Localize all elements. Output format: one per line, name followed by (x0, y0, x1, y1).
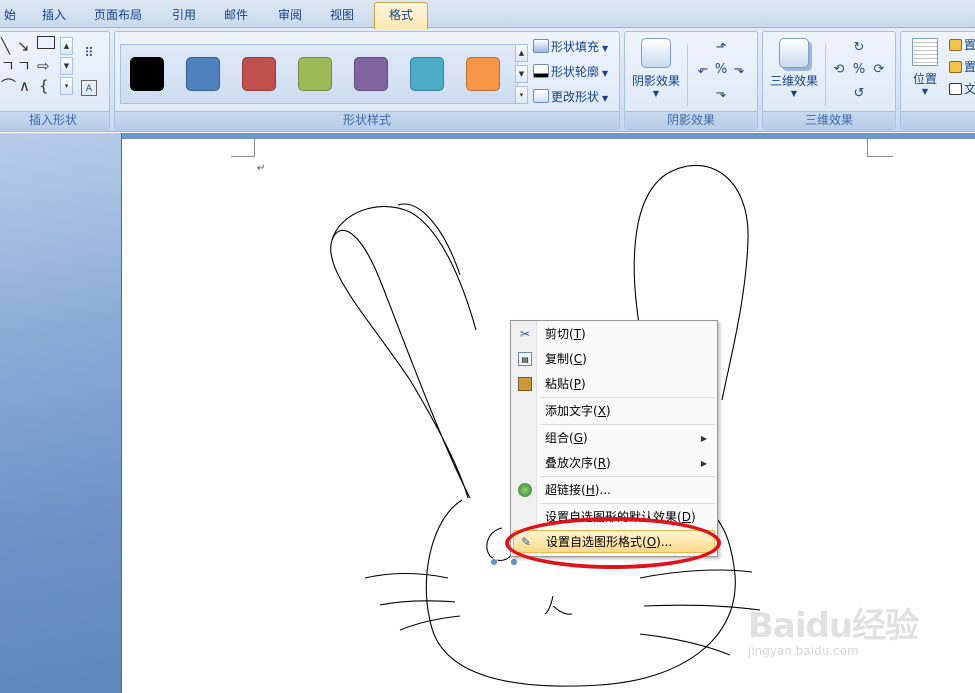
hyperlink-icon (518, 483, 532, 497)
baidu-watermark: Baidu经验 jingyan.baidu.com (748, 598, 928, 668)
rabbit-whisker-left-1 (364, 572, 449, 579)
rabbit-whisker-right-2 (643, 604, 761, 611)
rabbit-whisker-left-2 (379, 600, 456, 606)
selection-handle (490, 558, 498, 566)
copy-icon: ▤ (518, 352, 532, 366)
menu-item-order[interactable]: 叠放次序(R) ▶ (513, 452, 715, 475)
menu-item-copy[interactable]: ▤ 复制(C) (513, 348, 715, 371)
rabbit-drawing[interactable] (0, 0, 975, 693)
watermark-brand: Baidu经验 (748, 606, 919, 646)
watermark-url: jingyan.baidu.com (748, 644, 859, 658)
submenu-arrow-icon: ▶ (700, 459, 707, 468)
scissors-icon: ✂ (519, 327, 531, 341)
selection-handle (510, 558, 518, 566)
menu-item-hyperlink[interactable]: 超链接(H)... (513, 479, 715, 502)
rabbit-nose (544, 595, 573, 615)
rabbit-whisker-right-3 (639, 633, 731, 656)
menu-item-cut[interactable]: ✂ 剪切(T) (513, 323, 715, 346)
menu-item-paste[interactable]: 粘贴(P) (513, 373, 715, 396)
menu-separator (541, 503, 715, 504)
rabbit-left-ear-outline (331, 205, 477, 331)
menu-separator (541, 476, 715, 477)
submenu-arrow-icon: ▶ (700, 434, 707, 443)
menu-item-group[interactable]: 组合(G) ▶ (513, 427, 715, 450)
menu-separator (541, 424, 715, 425)
menu-item-add-text[interactable]: 添加文字(X) (513, 400, 715, 423)
tab-format[interactable]: 格式 (374, 2, 429, 29)
paste-icon (518, 377, 532, 391)
highlight-annotation-ring (505, 517, 721, 569)
menu-separator (541, 397, 715, 398)
rabbit-left-ear (330, 203, 471, 499)
